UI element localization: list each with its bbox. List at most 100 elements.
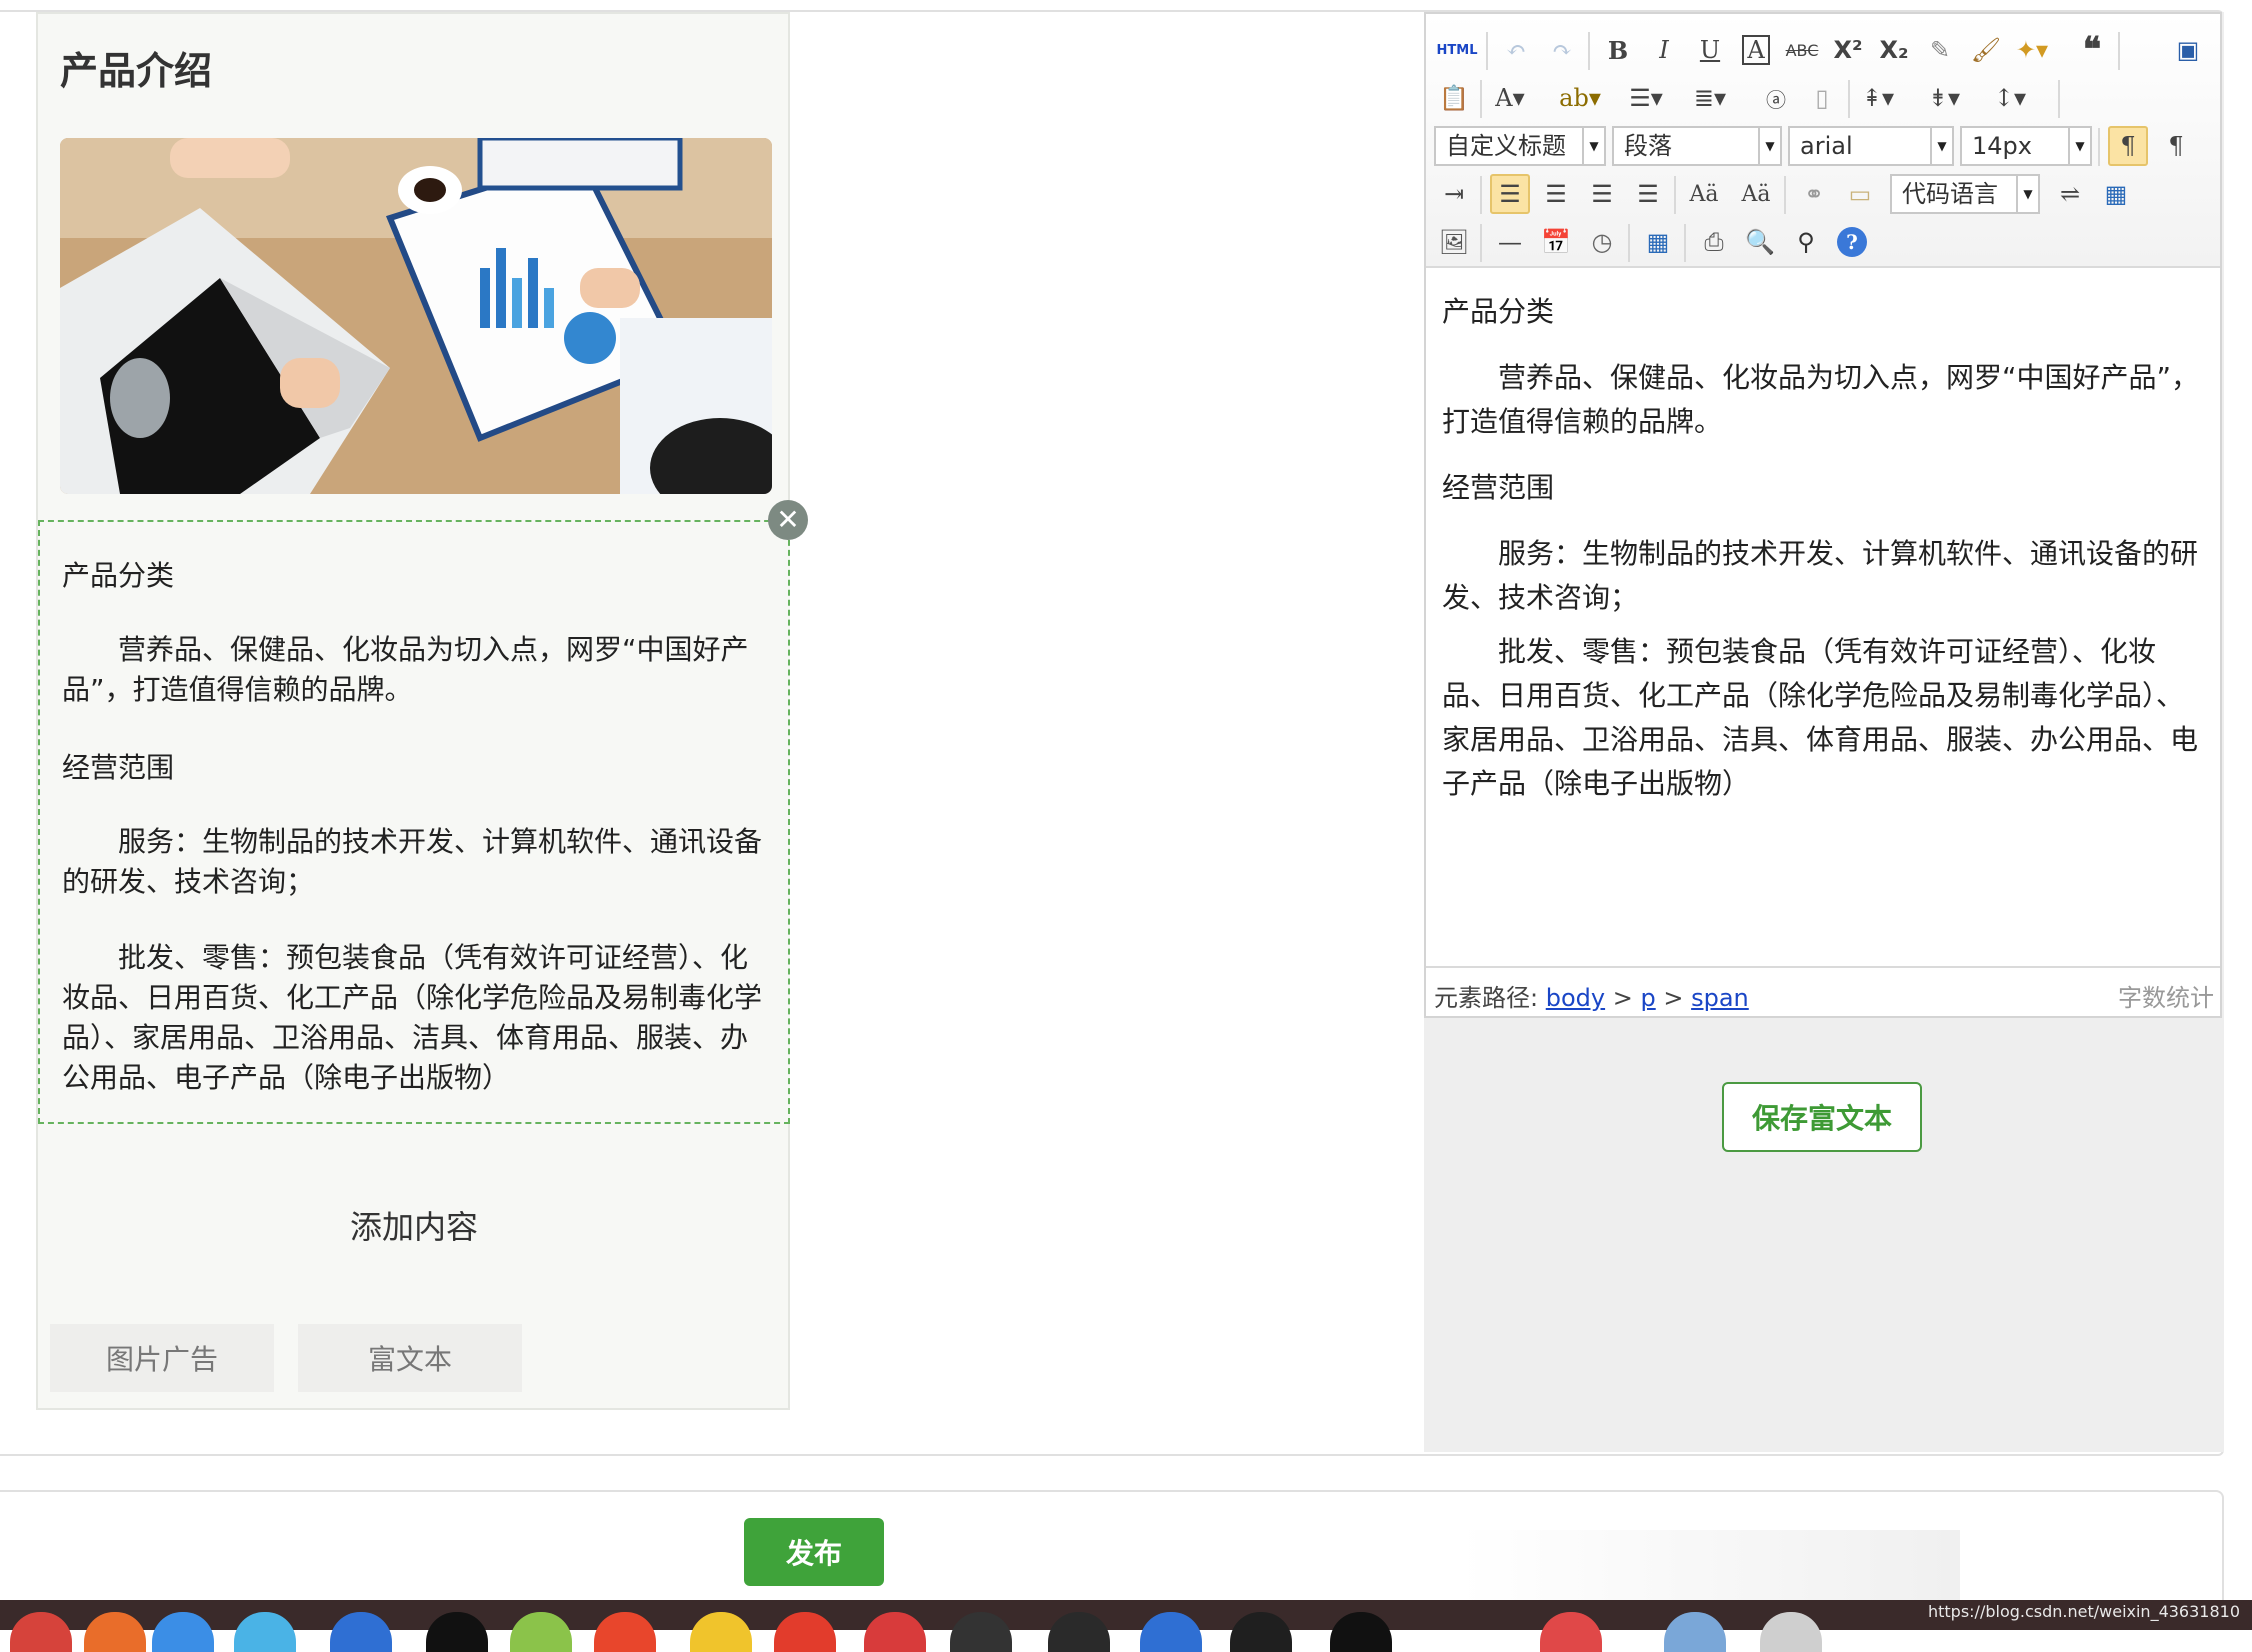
- preview-paragraph: 服务：生物制品的技术开发、计算机软件、通讯设备的研发、技术咨询；: [62, 825, 763, 898]
- align-justify-icon[interactable]: ☰: [1628, 174, 1668, 214]
- toolbar-separator: [1848, 80, 1850, 118]
- auto-format-icon[interactable]: ✦▾: [2012, 30, 2052, 70]
- code-language-value: 代码语言: [1902, 180, 1998, 208]
- save-rich-text-button[interactable]: 保存富文本: [1722, 1082, 1922, 1152]
- page-break-icon[interactable]: ⇌: [2050, 174, 2090, 214]
- rich-text-editor: HTML ↶ ↷ B I U A ABC X² X₂ ✎ 🖌 ✦▾ ❝ ▣ 📋 …: [1424, 12, 2222, 1018]
- editor-paragraph[interactable]: 批发、零售：预包装食品（凭有效许可证经营）、化妆品、日用百货、化工产品（除化学危…: [1442, 630, 2208, 806]
- preview-paragraph: 经营范围: [62, 751, 175, 784]
- subscript-icon[interactable]: X₂: [1874, 30, 1914, 70]
- path-separator: >: [1612, 984, 1633, 1012]
- html-source-icon[interactable]: HTML: [1434, 30, 1480, 70]
- fullscreen-icon[interactable]: ▣: [2168, 30, 2208, 70]
- font-family-value: arial: [1800, 132, 1853, 160]
- uppercase-icon[interactable]: Aä: [1684, 174, 1724, 214]
- time-icon[interactable]: ◷: [1582, 222, 1622, 262]
- add-content-heading: 添加内容: [349, 1208, 478, 1246]
- undo-icon[interactable]: ↶: [1496, 30, 1536, 70]
- code-language-select[interactable]: 代码语言 ▼: [1890, 174, 2040, 214]
- editor-paragraph[interactable]: 服务：生物制品的技术开发、计算机软件、通讯设备的研发、技术咨询；: [1442, 532, 2208, 620]
- toolbar-separator: [2118, 32, 2120, 70]
- rich-text-block[interactable]: 产品分类 营养品、保健品、化妆品为切入点，网罗“中国好产品”，打造值得信赖的品牌…: [38, 520, 790, 1124]
- path-link-span[interactable]: span: [1691, 984, 1749, 1012]
- text-direction-ltr-icon[interactable]: ¶: [2108, 126, 2148, 166]
- mobile-preview: 产品介绍 产品分类 营养品、保健品、化妆品为切入点，网罗“中国好产品”，打造值得…: [36, 12, 790, 1410]
- toolbar-separator: [1486, 32, 1488, 70]
- anchor-icon[interactable]: ▭: [1840, 174, 1880, 214]
- toolbar-separator: [1588, 32, 1590, 70]
- insert-table-icon[interactable]: ▦: [1638, 222, 1678, 262]
- add-rich-text-button[interactable]: 富文本: [298, 1324, 522, 1392]
- redo-icon[interactable]: ↷: [1542, 30, 1582, 70]
- align-right-icon[interactable]: ☰: [1582, 174, 1622, 214]
- font-size-select[interactable]: 14px ▼: [1960, 126, 2092, 166]
- chevron-down-icon: ▼: [2016, 176, 2038, 212]
- underline-icon[interactable]: U: [1690, 30, 1730, 70]
- office-photo: [60, 138, 772, 494]
- superscript-icon[interactable]: X²: [1828, 30, 1868, 70]
- toolbar-separator: [2098, 128, 2100, 166]
- path-link-body[interactable]: body: [1546, 984, 1605, 1012]
- preview-paragraph: 批发、零售：预包装食品（凭有效许可证经营）、化妆品、日用百货、化工产品（除化学危…: [62, 941, 763, 1094]
- horizontal-rule-icon[interactable]: —: [1490, 222, 1530, 262]
- bold-icon[interactable]: B: [1598, 30, 1638, 70]
- lowercase-icon[interactable]: Aä: [1736, 174, 1776, 214]
- toolbar-separator: [1628, 224, 1630, 262]
- indent-icon[interactable]: ⇥: [1434, 174, 1474, 214]
- preview-paragraph: 产品分类: [62, 559, 175, 592]
- font-color-icon[interactable]: A▾: [1490, 78, 1530, 118]
- format-brush-icon[interactable]: 🖌: [1966, 30, 2006, 70]
- path-separator: >: [1663, 984, 1684, 1012]
- highlight-color-icon[interactable]: ab▾: [1559, 78, 1601, 118]
- chevron-down-icon: ▼: [1930, 128, 1952, 164]
- preview-icon[interactable]: 🔍: [1740, 222, 1780, 262]
- align-center-icon[interactable]: ☰: [1536, 174, 1576, 214]
- editor-paragraph[interactable]: 营养品、保健品、化妆品为切入点，网罗“中国好产品”，打造值得信赖的品牌。: [1442, 356, 2208, 444]
- print-icon[interactable]: ⎙: [1694, 222, 1734, 262]
- row-spacing-top-icon[interactable]: ⇞▾: [1858, 78, 1898, 118]
- font-border-icon[interactable]: A: [1736, 30, 1776, 70]
- path-link-p[interactable]: p: [1640, 984, 1655, 1012]
- paragraph-format-value: 段落: [1624, 132, 1672, 160]
- search-replace-icon[interactable]: ⚲: [1786, 222, 1826, 262]
- font-size-value: 14px: [1972, 132, 2032, 160]
- clear-doc-icon[interactable]: ▯: [1802, 78, 1842, 118]
- blockquote-icon[interactable]: ❝: [2072, 30, 2112, 70]
- select-all-icon[interactable]: ⓐ: [1756, 78, 1796, 118]
- strikethrough-icon[interactable]: ABC: [1782, 30, 1822, 70]
- chevron-down-icon: ▼: [1582, 128, 1604, 164]
- watermark: https://blog.csdn.net/weixin_43631810: [1927, 1602, 2240, 1621]
- row-spacing-bottom-icon[interactable]: ⇟▾: [1924, 78, 1964, 118]
- template-icon[interactable]: ▦: [2096, 174, 2136, 214]
- editor-paragraph[interactable]: 产品分类: [1442, 290, 2208, 334]
- text-direction-rtl-icon[interactable]: ¶: [2156, 126, 2196, 166]
- italic-icon[interactable]: I: [1644, 30, 1684, 70]
- custom-heading-select[interactable]: 自定义标题 ▼: [1434, 126, 1606, 166]
- font-family-select[interactable]: arial ▼: [1788, 126, 1954, 166]
- add-image-ad-button[interactable]: 图片广告: [50, 1324, 274, 1392]
- paste-plain-icon[interactable]: 📋: [1434, 78, 1474, 118]
- toolbar-separator: [2058, 80, 2060, 118]
- help-icon[interactable]: ?: [1832, 222, 1872, 262]
- preview-paragraph: 营养品、保健品、化妆品为切入点，网罗“中国好产品”，打造值得信赖的品牌。: [62, 633, 749, 706]
- publish-button[interactable]: 发布: [744, 1518, 884, 1586]
- editor-status-bar: 元素路径: body > p > span 字数统计: [1426, 966, 2220, 1016]
- unordered-list-icon[interactable]: ≣▾: [1690, 78, 1730, 118]
- eraser-icon[interactable]: ✎: [1920, 30, 1960, 70]
- page-title: 产品介绍: [60, 49, 213, 93]
- toolbar-separator: [1480, 80, 1482, 118]
- close-icon[interactable]: ✕: [768, 500, 808, 540]
- align-left-icon[interactable]: ☰: [1490, 174, 1530, 214]
- paragraph-format-select[interactable]: 段落 ▼: [1612, 126, 1782, 166]
- editor-paragraph[interactable]: 经营范围: [1442, 466, 2208, 510]
- word-image-icon[interactable]: 🖼: [1434, 222, 1474, 262]
- line-height-icon[interactable]: ↕▾: [1990, 78, 2030, 118]
- editor-toolbar: HTML ↶ ↷ B I U A ABC X² X₂ ✎ 🖌 ✦▾ ❝ ▣ 📋 …: [1426, 14, 2220, 268]
- toolbar-separator: [1480, 176, 1482, 214]
- office-photo-svg: [60, 138, 772, 494]
- word-count: 字数统计: [2118, 984, 2214, 1012]
- link-icon[interactable]: ⚭: [1794, 174, 1834, 214]
- ordered-list-icon[interactable]: ☰▾: [1626, 78, 1666, 118]
- date-icon[interactable]: 📅: [1536, 222, 1576, 262]
- chevron-down-icon: ▼: [1758, 128, 1780, 164]
